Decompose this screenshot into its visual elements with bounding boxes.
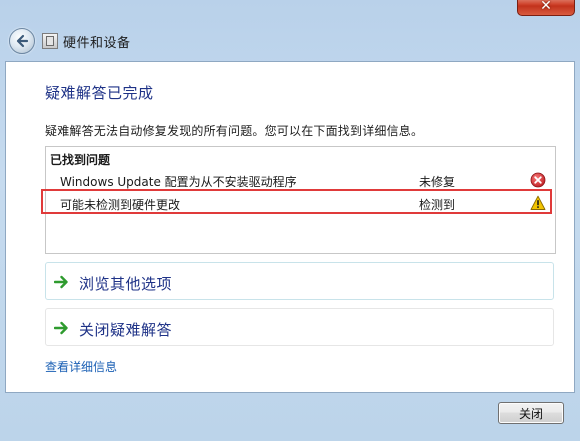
page-description: 疑难解答无法自动修复发现的所有问题。您可以在下面找到详细信息。	[45, 124, 424, 138]
problem-status: 检测到	[419, 198, 456, 212]
close-troubleshooter-link[interactable]: 关闭疑难解答	[45, 308, 554, 346]
green-arrow-icon	[54, 275, 68, 289]
problems-list: 已找到问题 Windows Update 配置为从不安装驱动程序 未修复 可能未…	[45, 146, 556, 254]
problem-row-hardware-change[interactable]: 可能未检测到硬件更改 检测到	[46, 192, 555, 214]
problem-status: 未修复	[419, 175, 456, 189]
browse-options-link[interactable]: 浏览其他选项	[45, 262, 554, 300]
window-frame: ✕ 硬件和设备 疑难解答已完成 疑难解答无法自动修复发现的所有问题。您可以在下面…	[0, 0, 580, 441]
green-arrow-icon	[54, 321, 68, 335]
page-heading: 疑难解答已完成	[45, 84, 154, 102]
problem-row-windows-update[interactable]: Windows Update 配置为从不安装驱动程序 未修复	[46, 169, 555, 191]
hardware-app-icon	[42, 33, 58, 49]
problem-name: 可能未检测到硬件更改	[60, 198, 181, 212]
close-icon: ✕	[540, 0, 552, 14]
navigation-bar: 硬件和设备	[0, 24, 580, 58]
warning-icon	[530, 195, 546, 210]
problem-name: Windows Update 配置为从不安装驱动程序	[60, 175, 297, 189]
close-button[interactable]: 关闭	[498, 402, 564, 424]
close-troubleshooter-label: 关闭疑难解答	[79, 321, 173, 339]
main-content: 疑难解答已完成 疑难解答无法自动修复发现的所有问题。您可以在下面找到详细信息。 …	[5, 61, 575, 393]
problems-header: 已找到问题	[50, 153, 111, 167]
window-title: 硬件和设备	[63, 36, 131, 51]
back-button[interactable]	[9, 28, 35, 54]
browse-options-label: 浏览其他选项	[79, 275, 173, 293]
window-close-button[interactable]: ✕	[517, 0, 575, 16]
error-icon	[530, 172, 546, 188]
back-arrow-icon	[16, 34, 29, 48]
view-details-link[interactable]: 查看详细信息	[45, 358, 117, 375]
